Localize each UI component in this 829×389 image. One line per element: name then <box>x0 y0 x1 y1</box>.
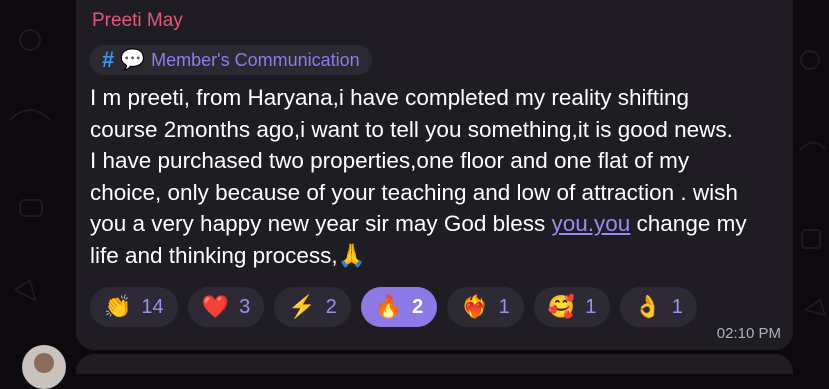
reaction-count: 3 <box>239 295 251 318</box>
topic-tag[interactable]: # 💬 Member's Communication <box>90 45 372 75</box>
reaction-count: 1 <box>498 295 510 318</box>
message-bubble: Preeti May # 💬 Member's Communication I … <box>76 0 793 350</box>
hashtag-icon: # <box>102 47 115 72</box>
heart-on-fire-icon: ❤️‍🔥 <box>461 294 489 319</box>
reaction-count: 1 <box>585 295 597 318</box>
reaction-ok-hand[interactable]: 👌 1 <box>620 287 697 327</box>
reaction-count: 2 <box>412 295 424 318</box>
smiling-face-hearts-icon: 🥰 <box>547 294 576 319</box>
reaction-heart[interactable]: ❤️ 3 <box>187 287 265 327</box>
reaction-lightning[interactable]: ⚡ 2 <box>274 287 351 327</box>
sender-name[interactable]: Preeti May <box>92 10 779 32</box>
reaction-count: 2 <box>325 295 337 318</box>
reaction-clap[interactable]: 👏 14 <box>90 287 178 327</box>
reaction-count: 1 <box>671 295 683 318</box>
reaction-fire[interactable]: 🔥 2 <box>360 287 438 327</box>
message-text: I m preeti, from Haryana,i have complete… <box>90 82 779 271</box>
reaction-count: 14 <box>141 295 164 318</box>
clap-icon: 👏 <box>104 294 132 319</box>
message-timestamp: 02:10 PM <box>716 325 781 342</box>
reaction-heart-on-fire[interactable]: ❤️‍🔥 1 <box>447 287 524 327</box>
reaction-smiling-hearts[interactable]: 🥰 1 <box>533 287 611 327</box>
reactions-bar: 👏 14 ❤️ 3 ⚡ 2 🔥 2 ❤️‍🔥 1 🥰 1 👌 1 <box>90 287 779 327</box>
ok-hand-icon: 👌 <box>634 294 662 319</box>
heart-icon: ❤️ <box>201 294 230 319</box>
message-link[interactable]: you.you <box>551 211 630 236</box>
next-message-bubble <box>76 354 793 374</box>
speech-bubble-icon: 💬 <box>120 49 146 71</box>
fire-icon: 🔥 <box>374 294 403 319</box>
lightning-icon: ⚡ <box>288 294 316 319</box>
avatar[interactable] <box>22 345 66 389</box>
topic-name: Member's Communication <box>151 49 360 70</box>
